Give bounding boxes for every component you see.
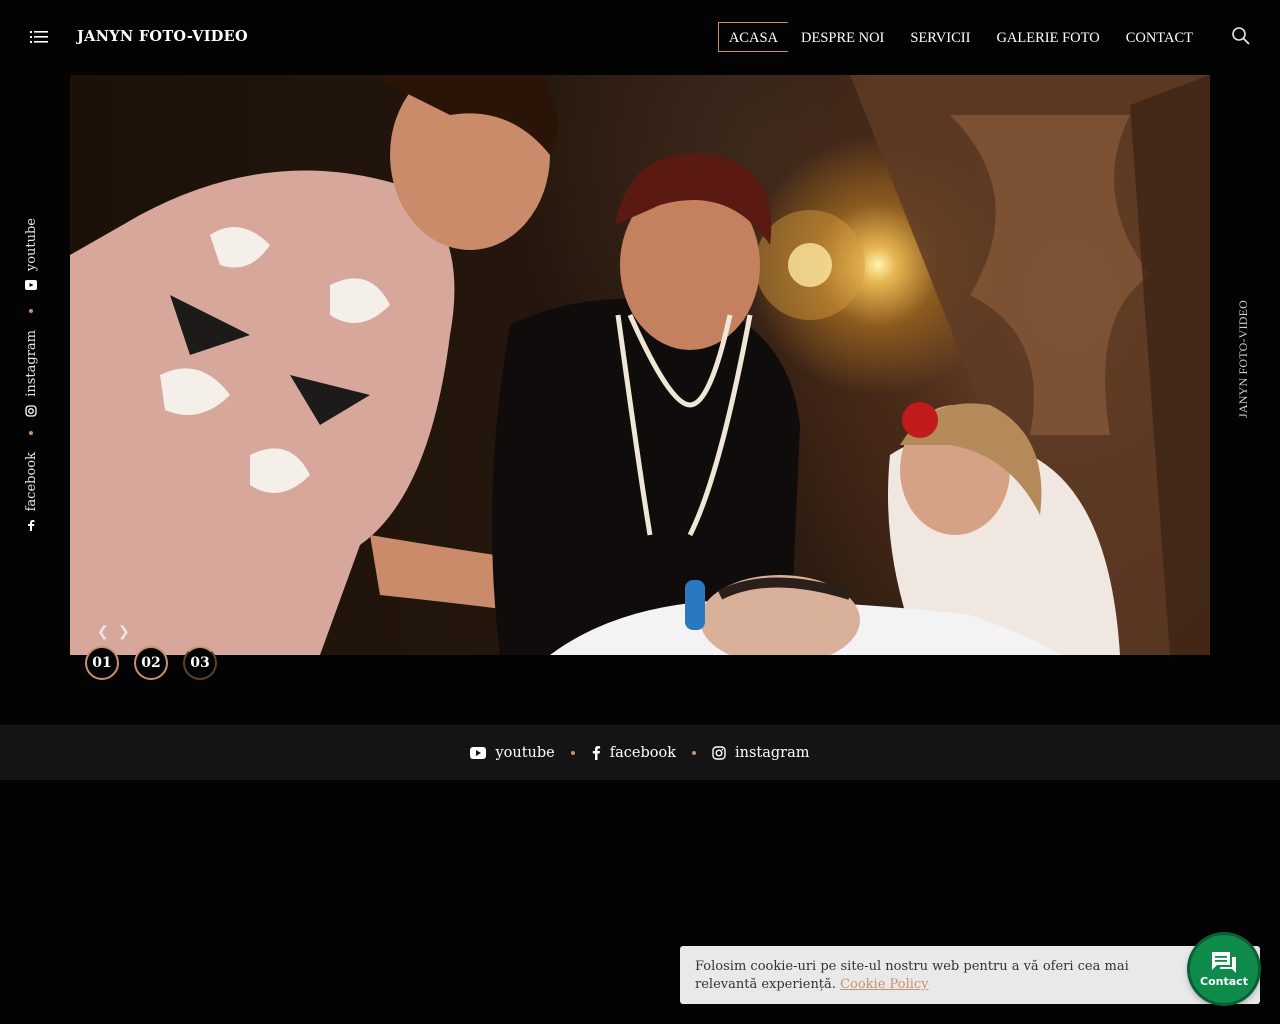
cookie-notice: Folosim cookie-uri pe site-ul nostru web… xyxy=(680,946,1260,1004)
menu-icon[interactable] xyxy=(30,28,48,46)
separator-dot xyxy=(570,750,575,755)
footer-facebook-link[interactable]: facebook xyxy=(591,745,676,761)
instagram-icon xyxy=(25,405,37,417)
youtube-icon xyxy=(470,746,487,759)
hero-photo xyxy=(70,75,1210,655)
slide-3-button[interactable]: 03 xyxy=(183,646,217,680)
youtube-icon xyxy=(25,280,37,291)
nav-galerie-foto[interactable]: GALERIE FOTO xyxy=(983,22,1112,52)
search-icon[interactable] xyxy=(1231,26,1251,46)
hero-slider-image xyxy=(70,75,1210,655)
slider-prev-icon[interactable]: ❮ xyxy=(97,625,111,639)
side-social-links: youtube instagram facebook xyxy=(14,210,48,532)
side-facebook-link[interactable]: facebook xyxy=(14,452,48,532)
nav-acasa[interactable]: ACASA xyxy=(717,22,788,52)
chat-icon xyxy=(1212,952,1236,973)
separator-dot xyxy=(29,431,33,435)
footer-facebook-label: facebook xyxy=(609,744,677,761)
facebook-icon xyxy=(28,520,35,532)
side-facebook-label: facebook xyxy=(23,452,39,512)
contact-button-label: Contact xyxy=(1200,975,1248,988)
facebook-icon xyxy=(592,746,600,760)
footer-social-bar: youtube facebook instagram xyxy=(0,725,1280,780)
footer-instagram-label: instagram xyxy=(735,744,810,761)
side-instagram-label: instagram xyxy=(23,330,39,397)
separator-dot xyxy=(29,309,33,313)
slide-2-button[interactable]: 02 xyxy=(134,646,168,680)
site-logo[interactable]: JANYN FOTO-VIDEO xyxy=(77,28,248,45)
contact-chat-button[interactable]: Contact xyxy=(1190,935,1258,1003)
instagram-icon xyxy=(712,745,726,760)
footer-instagram-link[interactable]: instagram xyxy=(712,745,810,761)
side-brand-text: JANYN FOTO-VIDEO xyxy=(1236,300,1250,418)
site-header: JANYN FOTO-VIDEO ACASA DESPRE NOI SERVIC… xyxy=(0,0,1280,74)
nav-contact[interactable]: CONTACT xyxy=(1113,22,1206,52)
main-nav: ACASA DESPRE NOI SERVICII GALERIE FOTO C… xyxy=(717,22,1206,52)
footer-youtube-label: youtube xyxy=(495,744,555,761)
slider-next-icon[interactable]: ❯ xyxy=(118,625,132,639)
footer-youtube-link[interactable]: youtube xyxy=(470,744,555,761)
side-youtube-label: youtube xyxy=(23,218,39,272)
cookie-message: Folosim cookie-uri pe site-ul nostru web… xyxy=(695,958,1195,994)
slide-1-button[interactable]: 01 xyxy=(85,646,119,680)
side-instagram-link[interactable]: instagram xyxy=(14,330,48,417)
nav-servicii[interactable]: SERVICII xyxy=(897,22,983,52)
separator-dot xyxy=(692,750,697,755)
cookie-policy-link[interactable]: Cookie Policy xyxy=(840,977,928,992)
side-youtube-link[interactable]: youtube xyxy=(14,218,48,291)
nav-despre-noi[interactable]: DESPRE NOI xyxy=(788,22,897,52)
